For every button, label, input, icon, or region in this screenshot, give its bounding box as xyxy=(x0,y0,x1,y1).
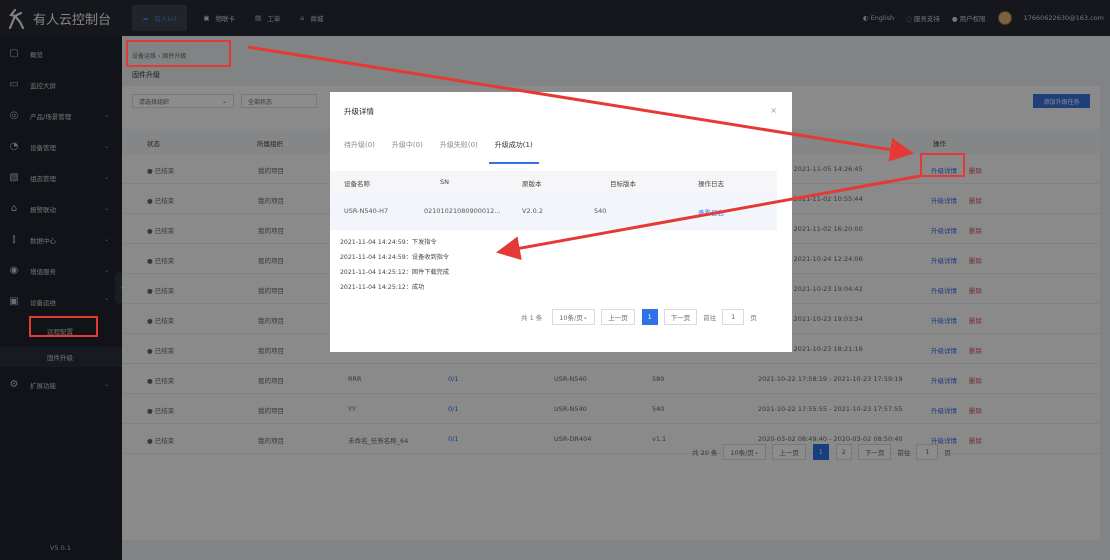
modal-device-sn: 02101021080900012... xyxy=(424,207,501,215)
modal-header-name: 设备名称 xyxy=(344,180,370,188)
modal-pagination: 共 1 条 10条/页 ⌄ 上一页 1 下一页 前往 1 页 xyxy=(521,308,757,326)
modal-title: 升级详情 xyxy=(344,106,374,116)
modal-table-row: USR-N540-H7 02101021080900012... V2.0.2 … xyxy=(330,193,777,230)
modal-header-log: 操作日志 xyxy=(698,180,724,188)
modal-page-size-select[interactable]: 10条/页 ⌄ xyxy=(552,309,596,325)
page-size-value: 10条/页 xyxy=(559,314,583,322)
modal-table-header: 设备名称 SN 原版本 目标版本 操作日志 xyxy=(330,171,777,193)
modal-goto-page-input[interactable]: 1 xyxy=(722,309,745,325)
log-line: 2021-11-04 14:24:59：下发指令 xyxy=(340,239,437,246)
tab-failed[interactable]: 升级失败(0) xyxy=(440,140,478,164)
modal-tabs: 待升级(0) 升级中(0) 升级失败(0) 升级成功(1) xyxy=(344,140,539,165)
log-line: 2021-11-04 14:24:59：设备收到指令 xyxy=(340,254,450,261)
tab-success[interactable]: 升级成功(1) xyxy=(488,140,539,164)
modal-device-name: USR-N540-H7 xyxy=(344,207,389,215)
view-log-link[interactable]: 查看日志 xyxy=(698,207,724,217)
modal-page-unit-label: 页 xyxy=(750,314,757,322)
modal-page-1-button[interactable]: 1 xyxy=(641,309,658,325)
modal-device-table: 设备名称 SN 原版本 目标版本 操作日志 USR-N540-H7 021010… xyxy=(330,171,777,230)
operation-log: 2021-11-04 14:24:59：下发指令 2021-11-04 14:2… xyxy=(340,235,449,295)
modal-goto-label: 前往 xyxy=(703,314,717,322)
chevron-down-icon: ⌄ xyxy=(582,313,589,321)
tab-pending[interactable]: 待升级(0) xyxy=(344,140,375,164)
modal-header-target-version: 目标版本 xyxy=(610,180,636,188)
log-line: 2021-11-04 14:25:12：成功 xyxy=(340,284,425,291)
modal-target-version: 540 xyxy=(594,207,607,215)
modal-pagination-total: 共 1 条 xyxy=(521,314,543,322)
modal-header-orig-version: 原版本 xyxy=(522,180,542,188)
log-line: 2021-11-04 14:25:12：固件下载完成 xyxy=(340,269,450,276)
modal-header-sn: SN xyxy=(440,178,449,186)
tab-upgrading[interactable]: 升级中(0) xyxy=(392,140,423,164)
modal-prev-page-button[interactable]: 上一页 xyxy=(601,309,635,325)
modal-next-page-button[interactable]: 下一页 xyxy=(663,309,698,325)
close-icon[interactable]: × xyxy=(770,106,777,115)
modal-orig-version: V2.0.2 xyxy=(522,207,543,215)
upgrade-detail-modal: 升级详情 × 待升级(0) 升级中(0) 升级失败(0) 升级成功(1) 设备名… xyxy=(330,92,792,352)
